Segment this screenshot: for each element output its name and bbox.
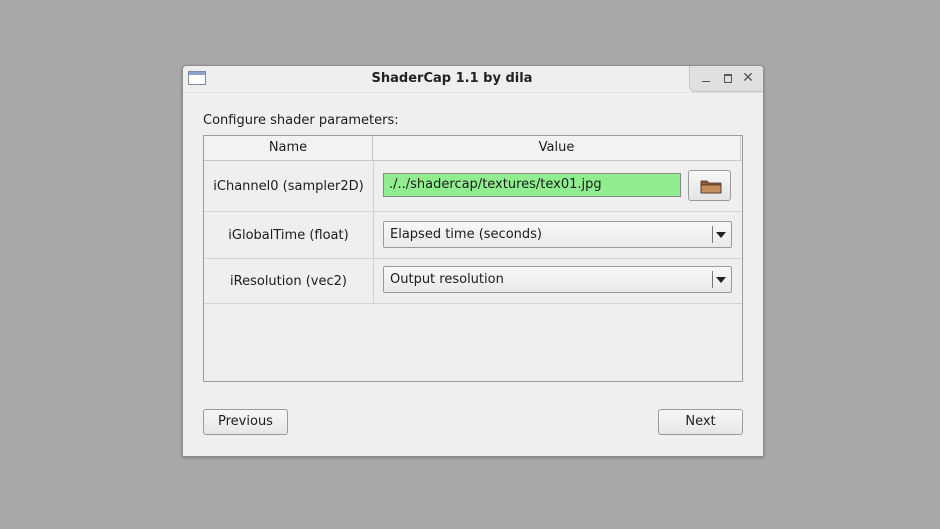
param-name: iChannel0 (sampler2D) [204, 161, 374, 211]
table-row: iChannel0 (sampler2D) ./../shadercap/tex… [204, 161, 742, 212]
close-icon[interactable]: ✕ [741, 71, 755, 85]
instruction-label: Configure shader parameters: [203, 113, 399, 128]
column-header-value[interactable]: Value [373, 136, 741, 160]
browse-button[interactable] [688, 170, 731, 201]
shadercap-window: ShaderCap 1.1 by dila ✕ Configure shader… [182, 65, 764, 457]
table-row: iGlobalTime (float) Elapsed time (second… [204, 212, 742, 259]
window-title: ShaderCap 1.1 by dila [371, 71, 533, 86]
window-controls: ✕ [689, 66, 763, 92]
chevron-down-icon[interactable] [716, 232, 726, 238]
texture-path-field[interactable]: ./../shadercap/textures/tex01.jpg [383, 173, 681, 197]
param-name: iResolution (vec2) [204, 259, 374, 303]
folder-icon [700, 180, 722, 194]
minimize-icon[interactable] [699, 71, 713, 85]
param-value-cell: Output resolution [374, 259, 742, 303]
param-value-cell: ./../shadercap/textures/tex01.jpg [374, 161, 742, 211]
maximize-icon[interactable] [721, 71, 735, 85]
dropdown-separator [712, 226, 713, 243]
param-value-cell: Elapsed time (seconds) [374, 212, 742, 258]
dropdown-selected-value: Output resolution [390, 272, 504, 287]
next-button[interactable]: Next [658, 409, 743, 435]
parameters-table: Name Value iChannel0 (sampler2D) ./../sh… [203, 135, 743, 382]
previous-button[interactable]: Previous [203, 409, 288, 435]
dropdown-selected-value: Elapsed time (seconds) [390, 227, 542, 242]
table-header: Name Value [204, 136, 742, 161]
column-header-name[interactable]: Name [204, 136, 373, 160]
global-time-dropdown[interactable]: Elapsed time (seconds) [383, 221, 732, 248]
table-row: iResolution (vec2) Output resolution [204, 259, 742, 304]
title-bar[interactable]: ShaderCap 1.1 by dila ✕ [183, 66, 763, 93]
param-name: iGlobalTime (float) [204, 212, 374, 258]
dropdown-separator [712, 271, 713, 288]
chevron-down-icon[interactable] [716, 277, 726, 283]
resolution-dropdown[interactable]: Output resolution [383, 266, 732, 293]
